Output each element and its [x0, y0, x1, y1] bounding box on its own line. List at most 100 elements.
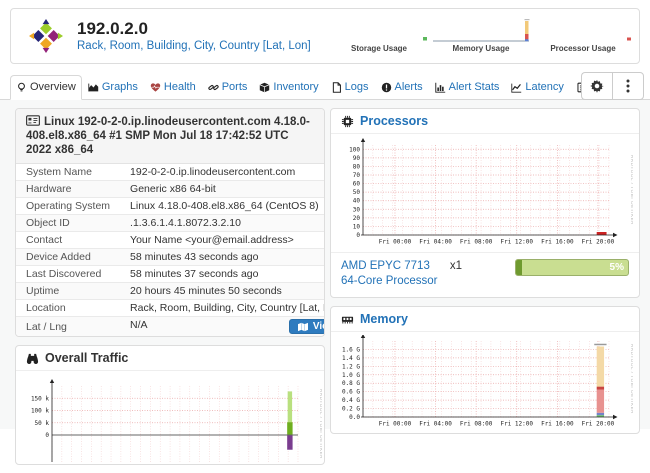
row-label: Object ID — [16, 215, 120, 232]
tab-label: Logs — [345, 81, 369, 93]
memory-panel: Memory 0.00.2 G 0.4 G0.6 G 0.8 G1.0 G 1.2 G… — [330, 306, 640, 434]
svg-text:Fri 20:00: Fri 20:00 — [582, 421, 615, 428]
svg-text:Fri 04:00: Fri 04:00 — [419, 239, 452, 246]
storage-usage-minigraph[interactable]: Storage Usage — [329, 16, 429, 53]
heart-icon — [150, 82, 161, 93]
centos-logo — [29, 19, 63, 53]
row-value: Linux 4.18.0-408.el8.x86_64 (CentOS 8) — [120, 198, 325, 215]
more-actions-button[interactable] — [612, 72, 644, 100]
device-settings-button[interactable] — [581, 72, 612, 100]
tabs: Overview Graphs Health PortsInventory Logs Al… — [10, 75, 625, 99]
processors-graph[interactable]: 0102030405060708090100Fri 00:00Fri 04:00… — [331, 134, 639, 252]
tab-label: Latency — [525, 81, 564, 93]
processor-usage-label: Processor Usage — [533, 44, 633, 53]
storage-usage-label: Storage Usage — [329, 44, 429, 53]
svg-text:Fri 00:00: Fri 00:00 — [379, 421, 412, 428]
memory-usage-minigraph[interactable]: Memory Usage — [431, 16, 531, 53]
row-value: 58 minutes 37 seconds ago — [120, 266, 325, 283]
processors-header: Processors — [331, 109, 639, 134]
system-info-table: System Name192-0-2-0.ip.linodeuserconten… — [16, 164, 325, 336]
row-label: Contact — [16, 232, 120, 249]
tab-label: Overview — [30, 81, 76, 93]
system-description: Linux 192-0-2-0.ip.linodeusercontent.com… — [26, 116, 310, 156]
svg-text:Fri 20:00: Fri 20:00 — [582, 239, 615, 246]
tab-bar: Overview Graphs Health PortsInventory Logs Al… — [0, 70, 650, 100]
cpu-name-link[interactable]: AMD EPYC 7713 — [341, 260, 430, 272]
svg-text:Fri 16:00: Fri 16:00 — [541, 421, 574, 428]
svg-text:0.2 G: 0.2 G — [342, 406, 360, 413]
tab-graphs[interactable]: Graphs — [82, 75, 144, 100]
svg-text:40: 40 — [353, 198, 361, 205]
tab-health[interactable]: Health — [144, 75, 202, 100]
tab-inventory[interactable]: Inventory — [253, 75, 324, 100]
device-header: 192.0.2.0 Rack, Room, Building, City, Co… — [10, 8, 640, 64]
memory-usage-label: Memory Usage — [431, 44, 531, 53]
device-location-link[interactable]: Rack, Room, Building, City, Country [Lat… — [77, 39, 311, 53]
memory-graph[interactable]: 0.00.2 G0.4 G0.6 G0.8 G1.0 G1.2 G1.4 G1.… — [331, 332, 639, 433]
svg-text:30: 30 — [353, 206, 361, 213]
row-value: Rack, Room, Building, City, Country [Lat… — [120, 300, 325, 317]
row-label: Last Discovered — [16, 266, 120, 283]
svg-text:0: 0 — [45, 432, 49, 439]
row-label: Lat / Lng — [16, 317, 120, 337]
device-title: 192.0.2.0 — [77, 18, 311, 39]
svg-text:0.0: 0.0 — [349, 414, 360, 421]
tab-logs[interactable]: Logs — [325, 75, 375, 100]
tab-overview[interactable]: Overview — [10, 75, 82, 100]
svg-text:0.6 G: 0.6 G — [342, 389, 360, 396]
overall-traffic-graph[interactable]: 050 k100 k150 kRRDTOOL / TOBI OETIKER — [16, 371, 324, 464]
tab-label: Health — [164, 81, 196, 93]
lightbulb-icon — [16, 82, 27, 93]
processor-usage-sparkline — [533, 16, 633, 44]
svg-text:20: 20 — [353, 215, 361, 222]
svg-text:0: 0 — [356, 232, 360, 239]
binoculars-icon — [26, 352, 39, 365]
table-row: Lat / LngN/AView — [16, 317, 325, 337]
row-label: Hardware — [16, 181, 120, 198]
overall-traffic-panel: Overall Traffic 050 k100 k150 kRRDTOOL /… — [15, 345, 325, 465]
tab-alert-stats[interactable]: Alert Stats — [429, 75, 506, 100]
svg-text:Fri 08:00: Fri 08:00 — [460, 239, 493, 246]
row-label: Location — [16, 300, 120, 317]
processor-usage-minigraph[interactable]: Processor Usage — [533, 16, 633, 53]
cpu-desc-link[interactable]: 64-Core Processor — [341, 275, 438, 287]
cpu-usage-percent: 5% — [610, 260, 624, 275]
svg-text:100 k: 100 k — [31, 408, 49, 415]
tab-alerts[interactable]: Alerts — [375, 75, 429, 100]
svg-text:1.4 G: 1.4 G — [342, 355, 360, 362]
svg-text:Fri 16:00: Fri 16:00 — [541, 239, 574, 246]
chart-line-icon — [511, 82, 522, 93]
overall-traffic-header: Overall Traffic — [16, 346, 324, 371]
memory-title[interactable]: Memory — [360, 312, 408, 326]
svg-text:60: 60 — [353, 181, 361, 188]
svg-text:0.8 G: 0.8 G — [342, 380, 360, 387]
view-map-button[interactable]: View — [289, 319, 325, 334]
row-label: Device Added — [16, 249, 120, 266]
svg-text:Fri 04:00: Fri 04:00 — [419, 421, 452, 428]
alert-circle-icon — [381, 82, 392, 93]
svg-text:1.0 G: 1.0 G — [342, 372, 360, 379]
svg-text:90: 90 — [353, 155, 361, 162]
row-label: Operating System — [16, 198, 120, 215]
svg-text:Fri 00:00: Fri 00:00 — [379, 239, 412, 246]
svg-text:RRDTOOL / TOBI OETIKER: RRDTOOL / TOBI OETIKER — [630, 155, 633, 225]
table-row: Uptime20 hours 45 minutes 50 seconds — [16, 283, 325, 300]
tab-ports[interactable]: Ports — [202, 75, 254, 100]
svg-text:1.2 G: 1.2 G — [342, 363, 360, 370]
system-info-panel: Linux 192-0-2-0.ip.linodeusercontent.com… — [15, 108, 325, 337]
row-label: Uptime — [16, 283, 120, 300]
tab-latency[interactable]: Latency — [505, 75, 570, 100]
cube-icon — [259, 82, 270, 93]
file-icon — [331, 82, 342, 93]
processors-title[interactable]: Processors — [360, 114, 428, 128]
memory-usage-sparkline — [431, 16, 531, 44]
svg-text:150 k: 150 k — [31, 395, 49, 402]
svg-text:Fri 12:00: Fri 12:00 — [500, 239, 533, 246]
cpu-usage-bar: 5% — [515, 259, 629, 276]
row-value: N/AView — [120, 317, 325, 337]
svg-text:0.4 G: 0.4 G — [342, 397, 360, 404]
row-value: Your Name <your@email.address> — [120, 232, 325, 249]
row-value: Generic x86 64-bit — [120, 181, 325, 198]
view-button-label: View — [313, 321, 325, 332]
memory-icon — [341, 313, 354, 326]
